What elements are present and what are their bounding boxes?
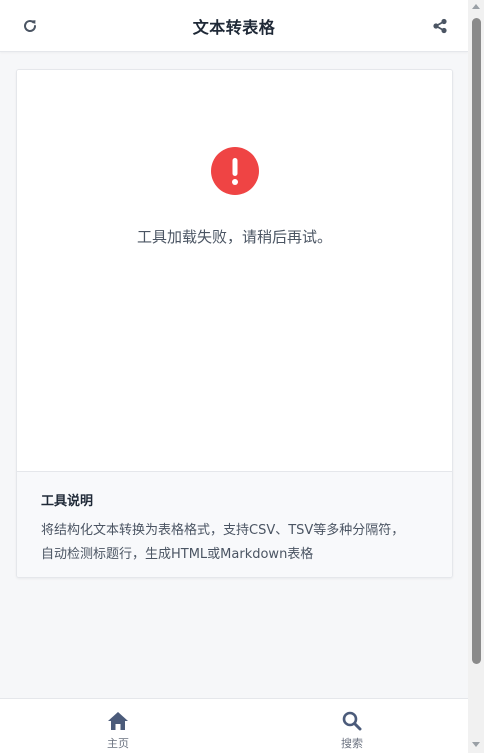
description-text: 将结构化文本转换为表格格式，支持CSV、TSV等多种分隔符，自动检测标题行，生成… xyxy=(41,523,405,562)
top-header: 文本转表格 xyxy=(0,0,468,52)
bottom-nav: 主页 搜索 xyxy=(0,698,468,753)
nav-search-label: 搜索 xyxy=(341,737,363,750)
error-message: 工具加载失败，请稍后再试。 xyxy=(136,228,332,246)
scroll-up-arrow[interactable] xyxy=(472,4,480,9)
nav-home-label: 主页 xyxy=(107,737,129,750)
tool-error-area: 工具加载失败，请稍后再试。 xyxy=(17,70,452,471)
scrollbar-thumb[interactable] xyxy=(472,18,481,664)
share-button[interactable] xyxy=(428,14,452,38)
tool-description: 工具说明 将结构化文本转换为表格格式，支持CSV、TSV等多种分隔符，自动检测标… xyxy=(17,471,452,577)
nav-item-home[interactable]: 主页 xyxy=(88,711,148,751)
home-icon xyxy=(108,712,128,730)
scrollbar[interactable] xyxy=(468,0,484,753)
refresh-button[interactable] xyxy=(18,14,42,38)
share-icon xyxy=(433,18,447,34)
search-icon xyxy=(342,711,362,731)
scroll-down-arrow[interactable] xyxy=(472,742,480,747)
app-page: 文本转表格 工具加载失败，请稍后再试。 工具说明 将结构化文本转换为表格格式，支… xyxy=(0,0,484,753)
tool-card: 工具加载失败，请稍后再试。 工具说明 将结构化文本转换为表格格式，支持CSV、T… xyxy=(16,69,453,578)
nav-item-search[interactable]: 搜索 xyxy=(322,711,382,751)
description-title: 工具说明 xyxy=(41,494,94,509)
page-title: 文本转表格 xyxy=(192,17,276,37)
exclamation-circle-icon xyxy=(211,147,259,195)
refresh-icon xyxy=(24,20,36,32)
